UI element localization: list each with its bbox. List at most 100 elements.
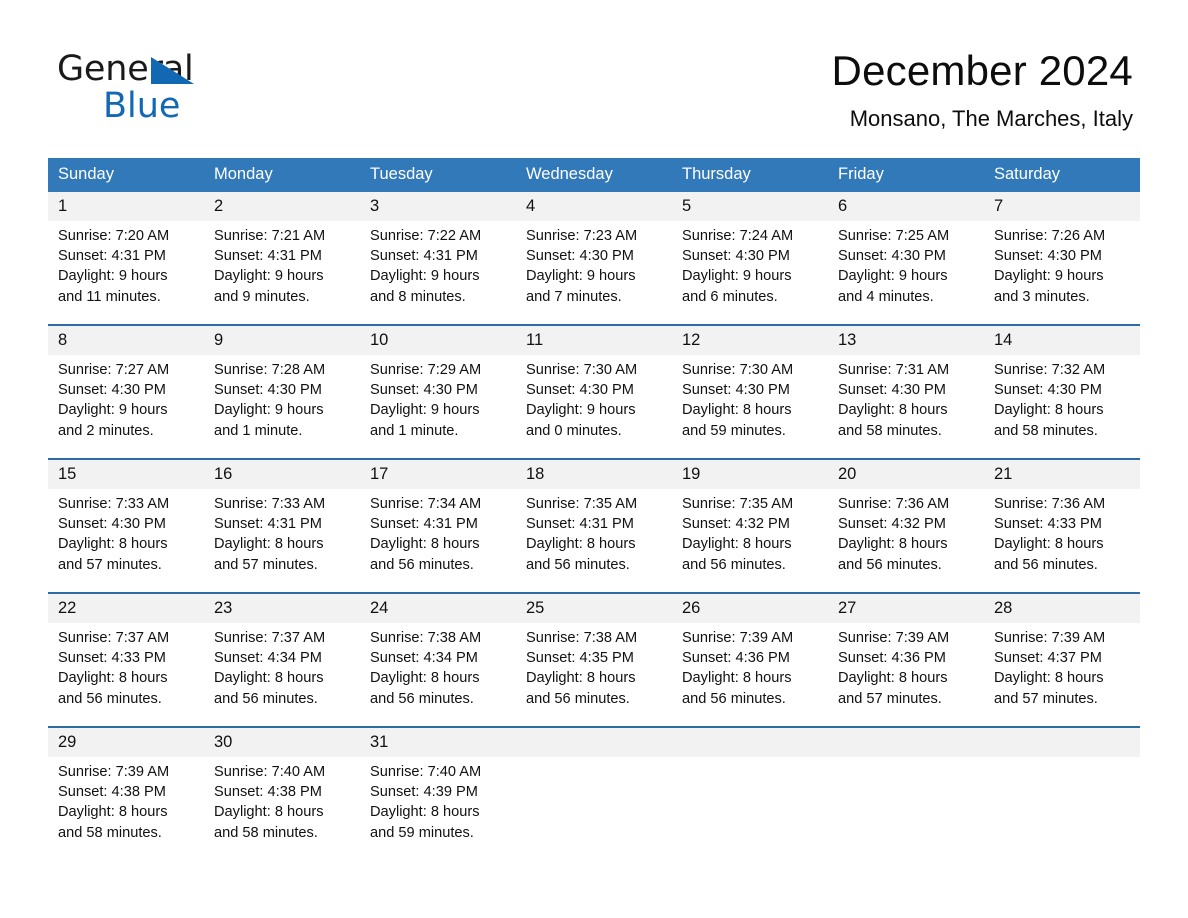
- day-number[interactable]: 5: [672, 192, 828, 221]
- daylight-text: Daylight: 8 hours: [682, 402, 792, 419]
- day-cell: Sunrise: 7:38 AM Sunset: 4:34 PM Dayligh…: [360, 623, 516, 727]
- sunset-text: Sunset: 4:30 PM: [838, 382, 946, 399]
- day-number[interactable]: 7: [984, 192, 1140, 221]
- day-number[interactable]: 4: [516, 192, 672, 221]
- day-cell: Sunrise: 7:26 AM Sunset: 4:30 PM Dayligh…: [984, 221, 1140, 325]
- sunrise-text: Sunrise: 7:22 AM: [370, 228, 482, 244]
- day-number[interactable]: 6: [828, 192, 984, 221]
- day-number[interactable]: 21: [984, 458, 1140, 489]
- sunset-text: Sunset: 4:36 PM: [682, 650, 790, 667]
- day-cell: Sunrise: 7:33 AM Sunset: 4:30 PM Dayligh…: [48, 489, 204, 593]
- day-number-empty: [828, 726, 984, 757]
- daylight-text-cont: and 9 minutes.: [214, 288, 310, 305]
- daylight-text: Daylight: 8 hours: [994, 536, 1104, 553]
- day-number[interactable]: 9: [204, 324, 360, 355]
- weekday-header-sunday: Sunday: [48, 158, 204, 192]
- sunset-text: Sunset: 4:34 PM: [370, 650, 478, 667]
- day-cell: Sunrise: 7:32 AM Sunset: 4:30 PM Dayligh…: [984, 355, 1140, 459]
- day-number[interactable]: 10: [360, 324, 516, 355]
- week-info-row: Sunrise: 7:20 AM Sunset: 4:31 PM Dayligh…: [48, 221, 1140, 325]
- day-number[interactable]: 23: [204, 592, 360, 623]
- day-cell: Sunrise: 7:24 AM Sunset: 4:30 PM Dayligh…: [672, 221, 828, 325]
- general-blue-logo[interactable]: General Blue: [57, 52, 357, 132]
- day-number[interactable]: 11: [516, 324, 672, 355]
- sunrise-text: Sunrise: 7:35 AM: [682, 496, 794, 512]
- sunset-text: Sunset: 4:31 PM: [58, 248, 166, 265]
- logo-word-blue: Blue: [103, 86, 181, 126]
- daylight-text: Daylight: 9 hours: [214, 268, 324, 285]
- day-number[interactable]: 2: [204, 192, 360, 221]
- day-number[interactable]: 8: [48, 324, 204, 355]
- daylight-text: Daylight: 8 hours: [838, 536, 948, 553]
- sunrise-text: Sunrise: 7:40 AM: [214, 764, 326, 780]
- sunset-text: Sunset: 4:30 PM: [58, 516, 166, 533]
- daylight-text-cont: and 6 minutes.: [682, 288, 778, 305]
- day-number[interactable]: 27: [828, 592, 984, 623]
- day-number-empty: [984, 726, 1140, 757]
- sunrise-text: Sunrise: 7:39 AM: [58, 764, 170, 780]
- daylight-text-cont: and 57 minutes.: [58, 556, 162, 573]
- daylight-text: Daylight: 8 hours: [526, 536, 636, 553]
- sunrise-text: Sunrise: 7:39 AM: [682, 630, 794, 646]
- day-number[interactable]: 12: [672, 324, 828, 355]
- daylight-text: Daylight: 9 hours: [526, 268, 636, 285]
- daylight-text: Daylight: 8 hours: [214, 536, 324, 553]
- day-number[interactable]: 14: [984, 324, 1140, 355]
- daylight-text-cont: and 0 minutes.: [526, 422, 622, 439]
- daylight-text: Daylight: 8 hours: [58, 670, 168, 687]
- daylight-text-cont: and 7 minutes.: [526, 288, 622, 305]
- day-number[interactable]: 13: [828, 324, 984, 355]
- sunrise-text: Sunrise: 7:30 AM: [526, 362, 638, 378]
- day-number[interactable]: 22: [48, 592, 204, 623]
- sunset-text: Sunset: 4:39 PM: [370, 784, 478, 801]
- sunset-text: Sunset: 4:33 PM: [58, 650, 166, 667]
- daylight-text-cont: and 56 minutes.: [682, 690, 786, 707]
- day-number[interactable]: 1: [48, 192, 204, 221]
- day-number[interactable]: 29: [48, 726, 204, 757]
- day-cell: Sunrise: 7:30 AM Sunset: 4:30 PM Dayligh…: [672, 355, 828, 459]
- day-cell: Sunrise: 7:36 AM Sunset: 4:32 PM Dayligh…: [828, 489, 984, 593]
- sunset-text: Sunset: 4:30 PM: [526, 248, 634, 265]
- day-cell: Sunrise: 7:30 AM Sunset: 4:30 PM Dayligh…: [516, 355, 672, 459]
- daylight-text: Daylight: 8 hours: [838, 670, 948, 687]
- sunrise-text: Sunrise: 7:36 AM: [838, 496, 950, 512]
- daylight-text-cont: and 1 minute.: [370, 422, 459, 439]
- calendar-header-row: Sunday Monday Tuesday Wednesday Thursday…: [48, 158, 1140, 192]
- day-number[interactable]: 25: [516, 592, 672, 623]
- day-cell: Sunrise: 7:39 AM Sunset: 4:36 PM Dayligh…: [672, 623, 828, 727]
- day-number[interactable]: 30: [204, 726, 360, 757]
- day-number[interactable]: 31: [360, 726, 516, 757]
- sunrise-text: Sunrise: 7:33 AM: [58, 496, 170, 512]
- sunrise-text: Sunrise: 7:36 AM: [994, 496, 1106, 512]
- daylight-text: Daylight: 9 hours: [682, 268, 792, 285]
- daylight-text: Daylight: 8 hours: [58, 536, 168, 553]
- daylight-text: Daylight: 9 hours: [58, 268, 168, 285]
- week-daynum-row: 29 30 31: [48, 726, 1140, 757]
- sunset-text: Sunset: 4:32 PM: [682, 516, 790, 533]
- daylight-text-cont: and 58 minutes.: [994, 422, 1098, 439]
- daylight-text: Daylight: 9 hours: [526, 402, 636, 419]
- day-number[interactable]: 20: [828, 458, 984, 489]
- day-cell: Sunrise: 7:38 AM Sunset: 4:35 PM Dayligh…: [516, 623, 672, 727]
- daylight-text: Daylight: 8 hours: [370, 536, 480, 553]
- week-info-row: Sunrise: 7:33 AM Sunset: 4:30 PM Dayligh…: [48, 489, 1140, 593]
- day-number[interactable]: 18: [516, 458, 672, 489]
- sunrise-text: Sunrise: 7:21 AM: [214, 228, 326, 244]
- day-cell: Sunrise: 7:35 AM Sunset: 4:31 PM Dayligh…: [516, 489, 672, 593]
- day-number[interactable]: 19: [672, 458, 828, 489]
- daylight-text-cont: and 11 minutes.: [58, 288, 161, 305]
- day-number[interactable]: 24: [360, 592, 516, 623]
- sunrise-text: Sunrise: 7:39 AM: [838, 630, 950, 646]
- day-number[interactable]: 28: [984, 592, 1140, 623]
- daylight-text-cont: and 58 minutes.: [58, 824, 162, 841]
- day-number[interactable]: 17: [360, 458, 516, 489]
- day-number[interactable]: 16: [204, 458, 360, 489]
- day-cell: Sunrise: 7:31 AM Sunset: 4:30 PM Dayligh…: [828, 355, 984, 459]
- daylight-text-cont: and 56 minutes.: [682, 556, 786, 573]
- day-number[interactable]: 15: [48, 458, 204, 489]
- daylight-text: Daylight: 9 hours: [838, 268, 948, 285]
- day-number[interactable]: 26: [672, 592, 828, 623]
- day-cell-empty: [828, 757, 984, 860]
- sunset-text: Sunset: 4:30 PM: [526, 382, 634, 399]
- day-number[interactable]: 3: [360, 192, 516, 221]
